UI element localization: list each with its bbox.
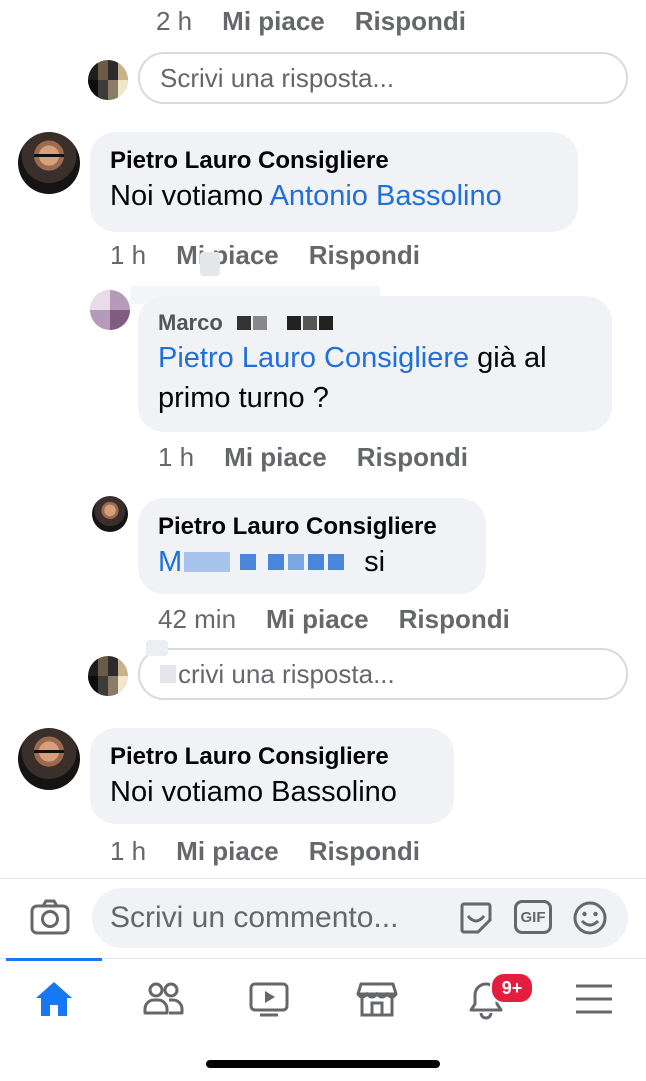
blur-patch [308,554,325,570]
blur-patch [268,554,285,570]
comment-meta: 1 h Mi piace Rispondi [110,836,420,867]
reply-input[interactable]: crivi una risposta... [138,648,628,700]
avatar[interactable] [18,728,80,790]
notification-badge: 9+ [490,972,534,1004]
blur-patch [184,552,231,572]
mention-link[interactable]: Pietro Lauro Consigliere [158,342,469,374]
reply-input-placeholder: crivi una risposta... [178,658,395,689]
blur-patch [240,554,257,570]
reply-input-placeholder: Scrivi una risposta... [160,62,395,93]
comment-author[interactable]: Marco [158,308,592,338]
timestamp: 1 h [110,240,147,270]
mention-link[interactable]: Antonio Bassolino [270,180,502,212]
comment-text: Noi votiamo Bassolino [110,776,397,808]
like-button[interactable]: Mi piace [266,604,369,635]
comment-meta: 42 min Mi piace Rispondi [158,604,510,635]
comment-input-placeholder: Scrivi un commento... [110,901,399,934]
active-tab-indicator [6,958,102,961]
blur-patch [252,316,267,330]
like-button[interactable]: Mi piace [224,442,327,473]
gif-icon[interactable]: GIF [514,900,552,934]
blur-patch [146,640,168,656]
comment-bubble: Pietro Lauro Consigliere M si [138,498,486,594]
reply-button[interactable]: Rispondi [309,240,420,271]
blur-patch [288,554,305,570]
timestamp: 1 h [158,442,195,472]
timestamp: 1 h [110,836,147,866]
blur-patch [302,316,317,330]
blur-patch [328,554,345,570]
gif-label: GIF [520,908,546,926]
comment-text: Noi votiamo Antonio Bassolino [110,176,558,216]
blur-patch [236,316,251,330]
reply-button[interactable]: Rispondi [399,604,510,635]
comment-text-word: si [364,546,386,578]
comment-text-line1: già al [469,342,547,374]
emoji-icon[interactable] [572,900,608,941]
sticker-icon[interactable] [458,900,494,941]
avatar [88,60,128,100]
timestamp: 2 h [156,6,193,36]
comment-bubble: Pietro Lauro Consigliere Noi votiamo Bas… [90,728,454,824]
blur-patch [200,252,220,276]
home-icon[interactable] [34,980,74,1023]
reply-button[interactable]: Rispondi [309,836,420,867]
comment-bubble: Marco Pietro Lauro Consigliere già al pr… [138,296,612,432]
comment-meta-top: 2 h Mi piace Rispondi [156,6,466,37]
blur-patch [286,316,301,330]
home-indicator[interactable] [206,1060,440,1068]
blur-patch [318,316,333,330]
marketplace-icon[interactable] [356,980,398,1023]
reply-button[interactable]: Rispondi [355,6,466,37]
reply-input[interactable]: Scrivi una risposta... [138,52,628,104]
avatar [88,656,128,696]
comment-meta: 1 h Mi piace Rispondi [158,442,468,473]
comment-text: Pietro Lauro Consigliere già al [158,338,592,378]
avatar[interactable] [18,132,80,194]
friends-icon[interactable] [142,980,184,1023]
video-icon[interactable] [248,980,290,1023]
like-button[interactable]: Mi piace [176,240,279,271]
like-button[interactable]: Mi piace [176,836,279,867]
comment-author[interactable]: Pietro Lauro Consigliere [110,146,558,176]
comment-text: M si [158,542,466,582]
comment-text-line2: primo turno ? [158,382,329,414]
blur-patch [160,665,176,683]
avatar[interactable] [90,290,130,330]
comment-bubble: Pietro Lauro Consigliere Noi votiamo Ant… [90,132,578,232]
menu-icon[interactable] [574,982,614,1021]
like-button[interactable]: Mi piace [222,6,325,37]
comment-author[interactable]: Pietro Lauro Consigliere [158,512,466,542]
comment-author-name: Marco [158,310,223,335]
avatar[interactable] [92,496,128,532]
reply-button[interactable]: Rispondi [357,442,468,473]
timestamp: 42 min [158,604,237,634]
comment-author[interactable]: Pietro Lauro Consigliere [110,742,434,772]
camera-icon[interactable] [30,898,70,941]
mention-link[interactable]: M [158,542,182,582]
comment-meta: 1 h Mi piace Rispondi [110,240,420,271]
comment-text-prefix: Noi votiamo [110,180,270,212]
